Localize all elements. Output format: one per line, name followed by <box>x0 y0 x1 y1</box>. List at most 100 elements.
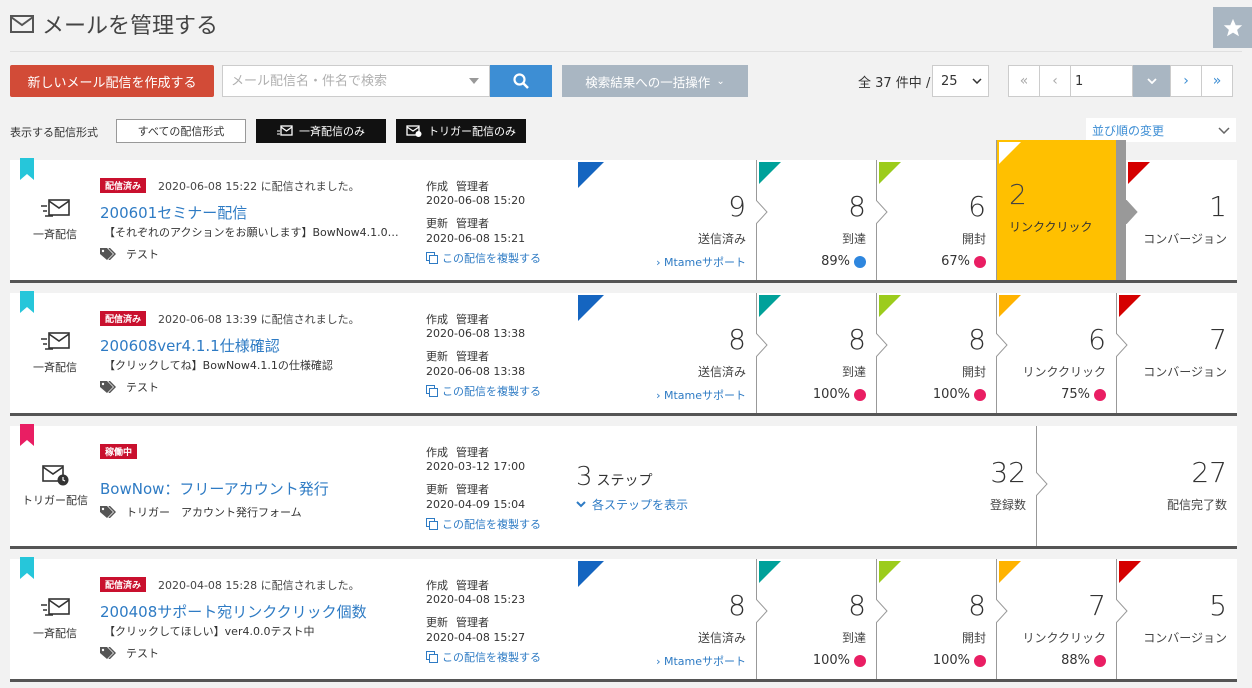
mtame-support-link[interactable]: › Mtameサポート <box>656 254 746 270</box>
mail-subject: 【クリックしてほしい】ver4.0.0テスト中 <box>104 625 315 638</box>
happy-face-icon <box>974 388 986 401</box>
show-steps-link[interactable]: 各ステップを表示 <box>576 496 688 513</box>
meta-updated-label: 更新 <box>426 217 448 230</box>
duplicate-link[interactable]: この配信を複製する <box>426 516 541 532</box>
filter-trigger-label: トリガー配信のみ <box>428 125 516 138</box>
stat-clicked-value: 6 <box>1088 323 1106 356</box>
sent-info: 2020-04-08 15:28 に配信されました。 <box>158 579 360 592</box>
mtame-support-link[interactable]: › Mtameサポート <box>656 653 746 669</box>
duplicate-link[interactable]: この配信を複製する <box>426 383 541 399</box>
stat-sent: 8 送信済み › Mtameサポート <box>576 559 756 679</box>
create-mail-button[interactable]: 新しいメール配信を作成する <box>10 65 214 97</box>
mail-name-link[interactable]: BowNow：フリーアカウント発行 <box>100 478 329 499</box>
meta-updated-by: 管理者 <box>456 350 489 363</box>
duplicate-link[interactable]: この配信を複製する <box>426 250 541 266</box>
mail-name-link[interactable]: 200408サポート宛リンククリック個数 <box>100 601 367 622</box>
meta-updated: 更新 管理者 <box>426 481 489 497</box>
stat-opened-pct-value: 100% <box>932 653 970 668</box>
stat-opened-value: 6 <box>968 190 986 223</box>
copy-icon <box>426 651 438 663</box>
stat-opened: 6 開封 67% <box>876 160 996 280</box>
stat-converted: 5 コンバージョン <box>1116 559 1237 679</box>
flag-icon <box>759 561 781 583</box>
sent-info: 2020-06-08 15:22 に配信されました。 <box>158 180 360 193</box>
stat-clicked[interactable]: 2 リンククリック <box>996 140 1116 280</box>
stat-registered-value: 32 <box>990 456 1026 489</box>
mtame-support-link[interactable]: › Mtameサポート <box>656 387 746 403</box>
meta-updated-at: 2020-04-08 15:27 <box>426 631 526 644</box>
stat-opened-label: 開封 <box>961 365 986 379</box>
meta-created: 作成 管理者 <box>426 178 489 194</box>
search-button[interactable] <box>490 65 552 97</box>
stat-opened-value: 8 <box>968 323 986 356</box>
mail-name-link[interactable]: 200601セミナー配信 <box>100 202 247 223</box>
happy-face-icon <box>974 255 986 268</box>
page-number-input[interactable]: 1 <box>1070 65 1133 97</box>
chevron-right-icon <box>1116 333 1128 357</box>
flag-icon <box>999 142 1021 164</box>
page-dropdown-button[interactable] <box>1133 65 1171 97</box>
stat-clicked-value: 2 <box>1009 178 1027 211</box>
filter-trigger-button[interactable]: トリガー配信のみ <box>396 119 526 143</box>
mail-type-label: トリガー配信 <box>22 494 88 507</box>
last-page-button[interactable]: » <box>1201 65 1233 97</box>
stat-registered: 32 登録数 <box>876 426 1036 546</box>
prev-page-button[interactable]: ‹ <box>1039 65 1071 97</box>
flag-icon <box>578 561 604 587</box>
filter-bulk-label: 一斉配信のみ <box>299 125 365 138</box>
duplicate-label: この配信を複製する <box>442 651 541 664</box>
sort-select[interactable]: 並び順の変更 <box>1086 118 1236 142</box>
sort-label: 並び順の変更 <box>1092 123 1165 138</box>
mail-name-link[interactable]: 200608ver4.1.1仕様確認 <box>100 335 280 356</box>
mail-tag-text: テスト <box>126 381 159 394</box>
chevron-down-icon <box>1218 126 1230 134</box>
happy-face-icon <box>974 654 986 667</box>
status-badge: 配信済み <box>100 311 147 326</box>
stat-converted-label: コンバージョン <box>1143 631 1227 645</box>
stat-sent-value: 9 <box>728 190 746 223</box>
stat-delivered: 8 到達 100% <box>756 559 876 679</box>
stat-clicked[interactable]: 6 リンククリック 75% <box>996 293 1116 413</box>
stat-clicked-pct-value: 88% <box>1061 653 1090 668</box>
favorite-button[interactable] <box>1213 7 1252 48</box>
meta-created-at: 2020-04-08 15:23 <box>426 593 526 606</box>
flag-icon <box>879 561 901 583</box>
meta-created-by: 管理者 <box>456 446 489 459</box>
meta-created-label: 作成 <box>426 579 448 592</box>
bulk-action-button[interactable]: 検索結果への一括操作 ⌄ <box>562 65 748 97</box>
sad-face-icon <box>854 255 866 268</box>
filter-bulk-button[interactable]: 一斉配信のみ <box>256 119 386 143</box>
search-input[interactable] <box>223 67 459 95</box>
per-page-select[interactable]: 25 <box>932 65 989 97</box>
copy-icon <box>426 252 438 264</box>
stat-clicked-pct-value: 75% <box>1061 387 1090 402</box>
meta-updated-label: 更新 <box>426 616 448 629</box>
copy-icon <box>426 385 438 397</box>
meta-created-label: 作成 <box>426 180 448 193</box>
search-dropdown-toggle[interactable] <box>459 66 489 96</box>
per-page-value: 25 <box>941 73 958 89</box>
meta-updated-at: 2020-04-09 15:04 <box>426 498 526 511</box>
stat-sent-label: 送信済み <box>697 232 746 246</box>
meta-updated-at: 2020-06-08 15:21 <box>426 232 526 245</box>
flag-icon <box>759 295 781 317</box>
next-page-button[interactable]: › <box>1170 65 1202 97</box>
duplicate-link[interactable]: この配信を複製する <box>426 649 541 665</box>
first-page-button[interactable]: « <box>1008 65 1040 97</box>
filter-all-button[interactable]: すべての配信形式 <box>116 119 246 143</box>
stat-delivered-label: 到達 <box>841 631 866 645</box>
bookmark-icon <box>20 424 34 446</box>
stat-clicked-value: 7 <box>1088 589 1106 622</box>
stat-clicked[interactable]: 7 リンククリック 88% <box>996 559 1116 679</box>
flag-icon <box>1128 162 1150 184</box>
chevron-right-icon <box>996 599 1008 623</box>
stat-opened-pct: 100% <box>933 653 986 668</box>
chevron-right-icon <box>876 333 888 357</box>
page-title-text: メールを管理する <box>42 14 219 39</box>
meta-updated-at: 2020-06-08 13:38 <box>426 365 526 378</box>
bulk-mail-icon <box>41 598 70 616</box>
stat-sent-value: 8 <box>728 323 746 356</box>
bulk-mail-icon <box>41 332 70 350</box>
mail-tags: テスト <box>100 246 159 262</box>
duplicate-label: この配信を複製する <box>442 518 541 531</box>
